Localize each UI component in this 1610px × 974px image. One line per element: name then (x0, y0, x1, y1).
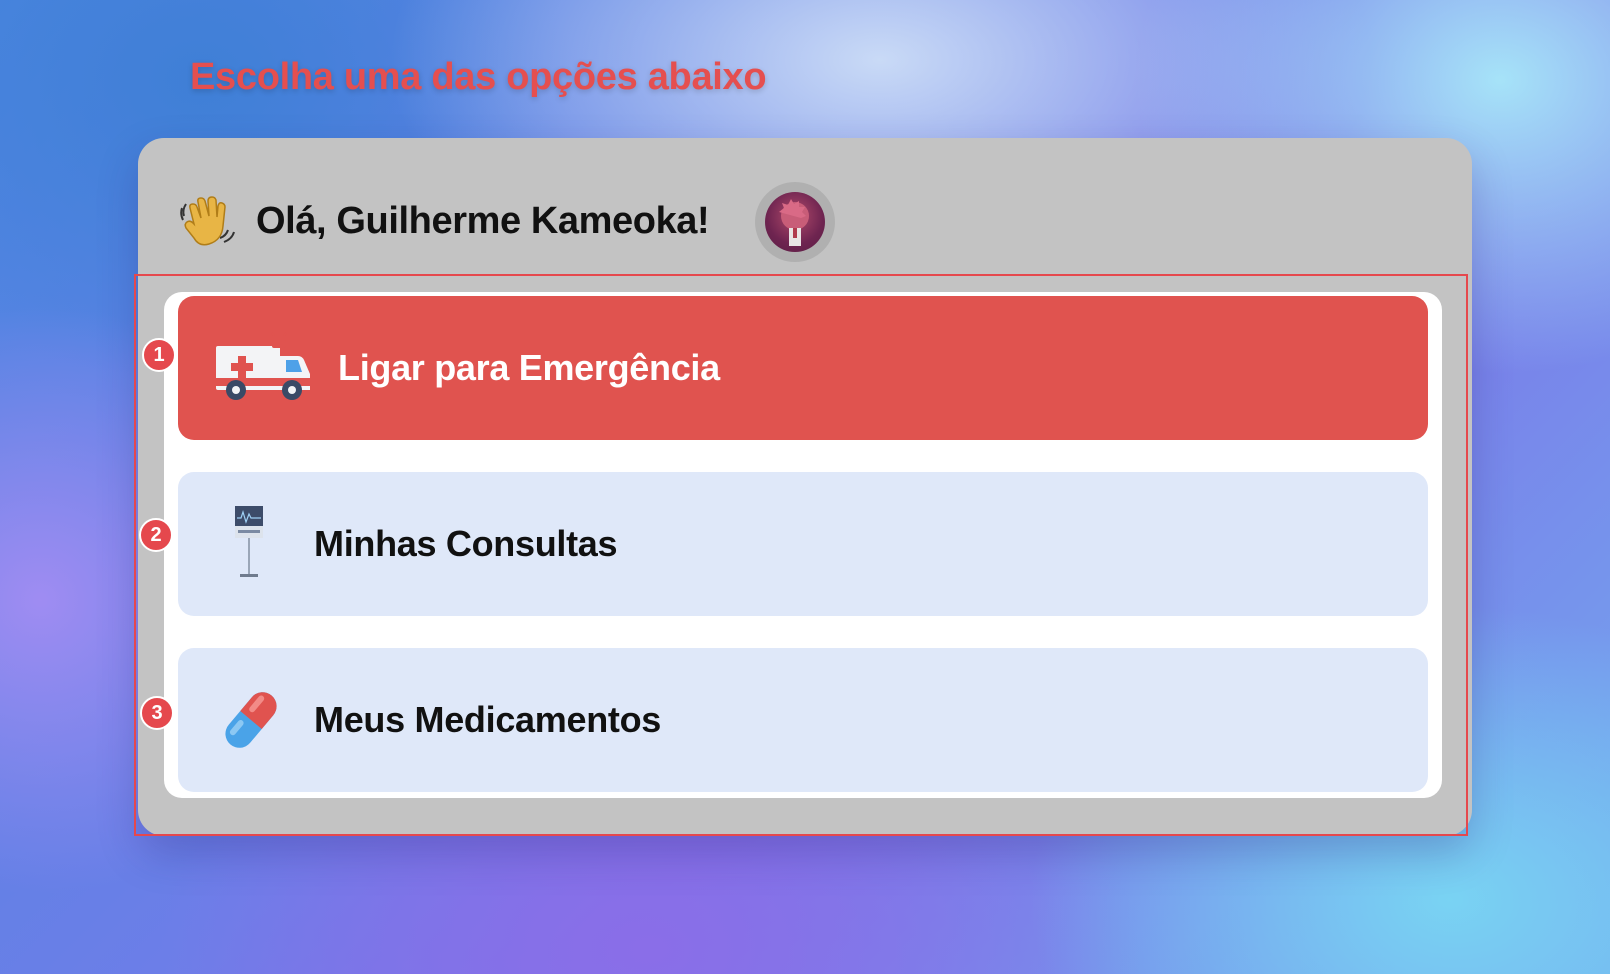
options-panel: Ligar para Emergência Minhas Consultas M… (164, 292, 1442, 798)
header: Olá, Guilherme Kameoka! (138, 138, 1472, 278)
option-badge-3: 3 (140, 696, 174, 730)
waving-hand-icon (180, 196, 235, 246)
medications-label: Meus Medicamentos (314, 699, 661, 740)
user-avatar[interactable] (755, 182, 835, 262)
emergency-call-button[interactable]: Ligar para Emergência (178, 296, 1428, 440)
pill-icon (225, 692, 277, 748)
app-window: Olá, Guilherme Kameoka! Ligar para Emerg… (134, 138, 1472, 836)
medical-monitor-icon (235, 506, 263, 577)
option-badge-1: 1 (142, 338, 176, 372)
ambulance-icon (216, 332, 312, 400)
consultations-label: Minhas Consultas (314, 523, 618, 564)
option-badge-2: 2 (139, 518, 173, 552)
greeting-text: Olá, Guilherme Kameoka! (256, 200, 710, 242)
instruction-heading: Escolha uma das opções abaixo (190, 56, 767, 98)
emergency-call-label: Ligar para Emergência (338, 347, 720, 388)
consultations-button[interactable]: Minhas Consultas (178, 472, 1428, 616)
avatar-image (765, 192, 825, 252)
medications-button[interactable]: Meus Medicamentos (178, 648, 1428, 792)
